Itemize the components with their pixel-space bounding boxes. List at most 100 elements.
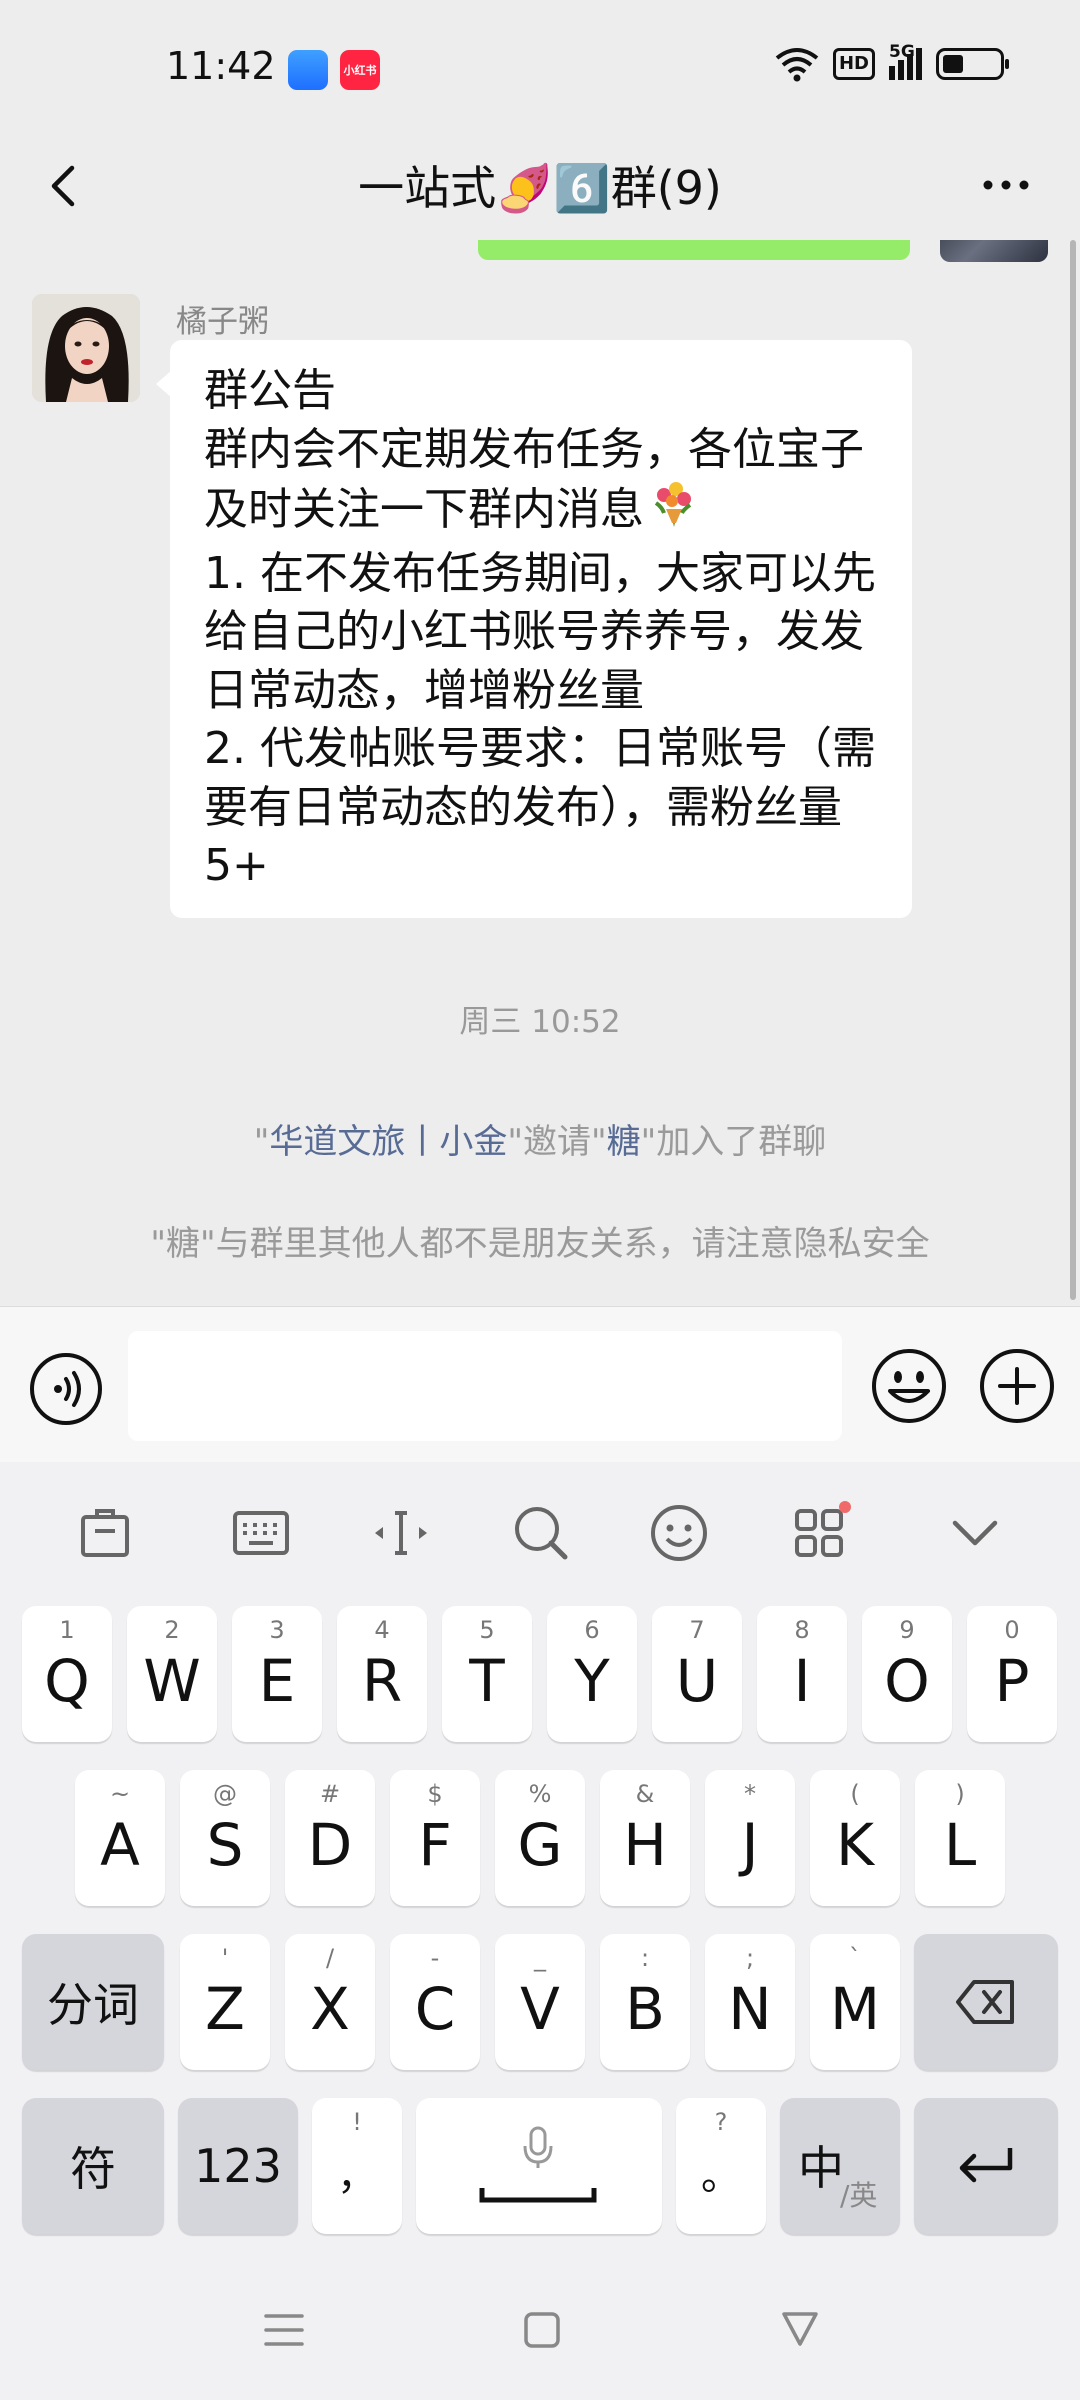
key-hint: 6 [584, 1616, 600, 1644]
key-label: C [414, 1975, 456, 2043]
xiaohongshu-app-icon: 小红书 [340, 50, 380, 90]
emoji-icon[interactable] [644, 1498, 714, 1568]
home-nav-icon[interactable] [512, 2300, 572, 2360]
key-o[interactable]: 9O [862, 1606, 952, 1742]
key-j[interactable]: * J [705, 1770, 795, 1906]
key-label: G [517, 1811, 563, 1879]
key-label: U [675, 1647, 719, 1715]
numeric-key[interactable]: 123 [178, 2098, 298, 2234]
key-b[interactable]: :B [600, 1934, 690, 2070]
key-hint: 3 [269, 1616, 285, 1644]
key-f[interactable]: $ F [390, 1770, 480, 1906]
key-hint: * [744, 1780, 756, 1808]
key-label: S [206, 1811, 244, 1879]
keyboard-icon[interactable] [226, 1498, 296, 1568]
self-avatar[interactable] [940, 240, 1048, 262]
key-hint: ! [352, 2108, 362, 2136]
key-d[interactable]: # D [285, 1770, 375, 1906]
key-hint: / [325, 1944, 335, 1972]
key-hint: ) [955, 1780, 965, 1808]
scrollbar[interactable] [1070, 240, 1076, 1300]
key-m[interactable]: ` M [810, 1934, 900, 2070]
word-segment-key[interactable]: 分词 [22, 1934, 164, 2070]
announcement-line: 日常动态，增增粉丝量 [204, 664, 644, 716]
key-x[interactable]: / X [285, 1934, 375, 2070]
key-label: R [361, 1647, 403, 1715]
chat-title: 一站式🍠6️⃣群(9) [358, 161, 722, 215]
key-p[interactable]: 0P [967, 1606, 1057, 1742]
back-nav-icon[interactable] [770, 2300, 830, 2360]
key-v[interactable]: _ V [495, 1934, 585, 2070]
invitee-name-link[interactable]: 糖 [607, 1122, 641, 1162]
announcement-line: 及时关注一下群内消息 [204, 483, 644, 535]
chat-header: 一站式🍠6️⃣群(9) [0, 130, 1080, 240]
key-hint: ; [745, 1944, 755, 1972]
key-label: T [469, 1647, 505, 1715]
message-input[interactable] [128, 1331, 842, 1441]
symbols-key[interactable]: 符 [22, 2098, 164, 2234]
key-hint: 8 [794, 1616, 810, 1644]
backspace-key[interactable] [914, 1934, 1058, 2070]
key-u[interactable]: 7U [652, 1606, 742, 1742]
menu-nav-icon[interactable] [254, 2300, 314, 2360]
key-g[interactable]: % G [495, 1770, 585, 1906]
voice-input-icon[interactable] [28, 1351, 104, 1427]
key-r[interactable]: 4R [337, 1606, 427, 1742]
key-c[interactable]: -C [390, 1934, 480, 2070]
key-label: B [625, 1975, 665, 2043]
privacy-warning-message: "糖"与群里其他人都不是朋友关系，请注意隐私安全 [150, 1224, 930, 1264]
sender-avatar[interactable] [32, 294, 140, 402]
key-label: D [307, 1811, 353, 1879]
comma-key[interactable]: !， [312, 2098, 402, 2234]
more-options-icon[interactable] [976, 160, 1036, 210]
key-q[interactable]: 1Q [22, 1606, 112, 1742]
key-k[interactable]: (K [810, 1770, 900, 1906]
collapse-keyboard-icon[interactable] [940, 1498, 1010, 1568]
sender-name: 橘子粥 [176, 304, 269, 340]
key-e[interactable]: 3E [232, 1606, 322, 1742]
period-key[interactable]: ?。 [676, 2098, 766, 2234]
clipboard-icon[interactable] [70, 1498, 140, 1568]
emoji-icon[interactable] [870, 1347, 948, 1425]
key-label: H [623, 1811, 667, 1879]
key-y[interactable]: 6Y [547, 1606, 637, 1742]
key-w[interactable]: 2W [127, 1606, 217, 1742]
group-announcement-bubble[interactable]: 群公告 群内会不定期发布任务，各位宝子 及时关注一下群内消息 1. 在不发布任务… [156, 340, 912, 918]
key-label: 符 [70, 2142, 116, 2196]
search-icon[interactable] [506, 1498, 576, 1568]
key-t[interactable]: 5T [442, 1606, 532, 1742]
announcement-line: 群内会不定期发布任务，各位宝子 [204, 423, 864, 475]
inviter-name-link[interactable]: 华道文旅丨小金 [269, 1122, 507, 1162]
key-label: M [829, 1975, 881, 2043]
key-hint: ` [849, 1944, 861, 1972]
notification-app-icon [288, 50, 328, 90]
space-key[interactable] [416, 2098, 662, 2234]
wifi-icon [775, 48, 819, 82]
key-n[interactable]: ; N [705, 1934, 795, 2070]
enter-key[interactable] [914, 2098, 1058, 2234]
key-label: ， [337, 2153, 377, 2199]
key-hint: 9 [899, 1616, 915, 1644]
key-l[interactable]: ) L [915, 1770, 1005, 1906]
key-hint: 4 [374, 1616, 390, 1644]
language-switch-key[interactable]: 中 /英 [780, 2098, 900, 2234]
key-z[interactable]: ' Z [180, 1934, 270, 2070]
previous-message-bubble[interactable] [478, 240, 910, 260]
more-functions-plus-icon[interactable] [978, 1347, 1056, 1425]
key-label: P [994, 1647, 1030, 1715]
apps-grid-icon[interactable] [784, 1498, 854, 1568]
key-hint: @ [213, 1780, 237, 1808]
key-label: 。 [701, 2153, 741, 2199]
key-h[interactable]: & H [600, 1770, 690, 1906]
key-a[interactable]: ~ A [75, 1770, 165, 1906]
key-hint: 5 [479, 1616, 495, 1644]
key-label: L [943, 1811, 977, 1879]
key-s[interactable]: @ S [180, 1770, 270, 1906]
announcement-line: 群公告 [204, 365, 336, 416]
cursor-move-icon[interactable] [366, 1498, 436, 1568]
key-label: J [741, 1811, 759, 1879]
backspace-icon [956, 1980, 1014, 2024]
chat-message-list[interactable]: 橘子粥 群公告 群内会不定期发布任务，各位宝子 及时关注一下群内消息 1. 在不… [0, 240, 1080, 1306]
key-i[interactable]: 8I [757, 1606, 847, 1742]
bouquet-emoji [648, 479, 698, 545]
